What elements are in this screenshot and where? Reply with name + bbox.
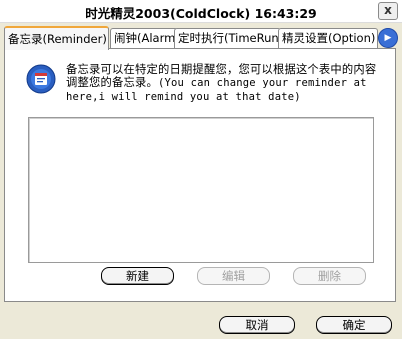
tab-timerun[interactable]: 定时执行(TimeRun [174, 28, 281, 48]
tab-bar: 备忘录(Reminder) 闹钟(Alarm) 定时执行(TimeRun 精灵设… [4, 26, 398, 50]
reminder-description: 备忘录可以在特定的日期提醒您，您可以根据这个表中的内容调整您的备忘录。(You … [66, 63, 378, 104]
close-button[interactable]: x [378, 2, 398, 20]
delete-button[interactable]: 删除 [293, 267, 366, 285]
title-bar[interactable]: 时光精灵2003(ColdClock) 16:43:29 x [0, 0, 402, 23]
window-title: 时光精灵2003(ColdClock) 16:43:29 [85, 6, 317, 21]
cancel-button[interactable]: 取消 [219, 316, 295, 334]
tab-reminder[interactable]: 备忘录(Reminder) [4, 26, 109, 50]
ok-button[interactable]: 确定 [316, 316, 392, 334]
edit-button[interactable]: 编辑 [197, 267, 270, 285]
new-button[interactable]: 新建 [101, 267, 174, 285]
tab-alarm[interactable]: 闹钟(Alarm) [110, 28, 178, 48]
app-window: 时光精灵2003(ColdClock) 16:43:29 x 备忘录(Remin… [0, 0, 402, 339]
tab-option[interactable]: 精灵设置(Option) [278, 28, 378, 48]
tab-scroll-right-icon[interactable]: ▶ [378, 28, 398, 48]
reminder-list[interactable] [28, 117, 374, 263]
reminder-icon [26, 64, 56, 94]
